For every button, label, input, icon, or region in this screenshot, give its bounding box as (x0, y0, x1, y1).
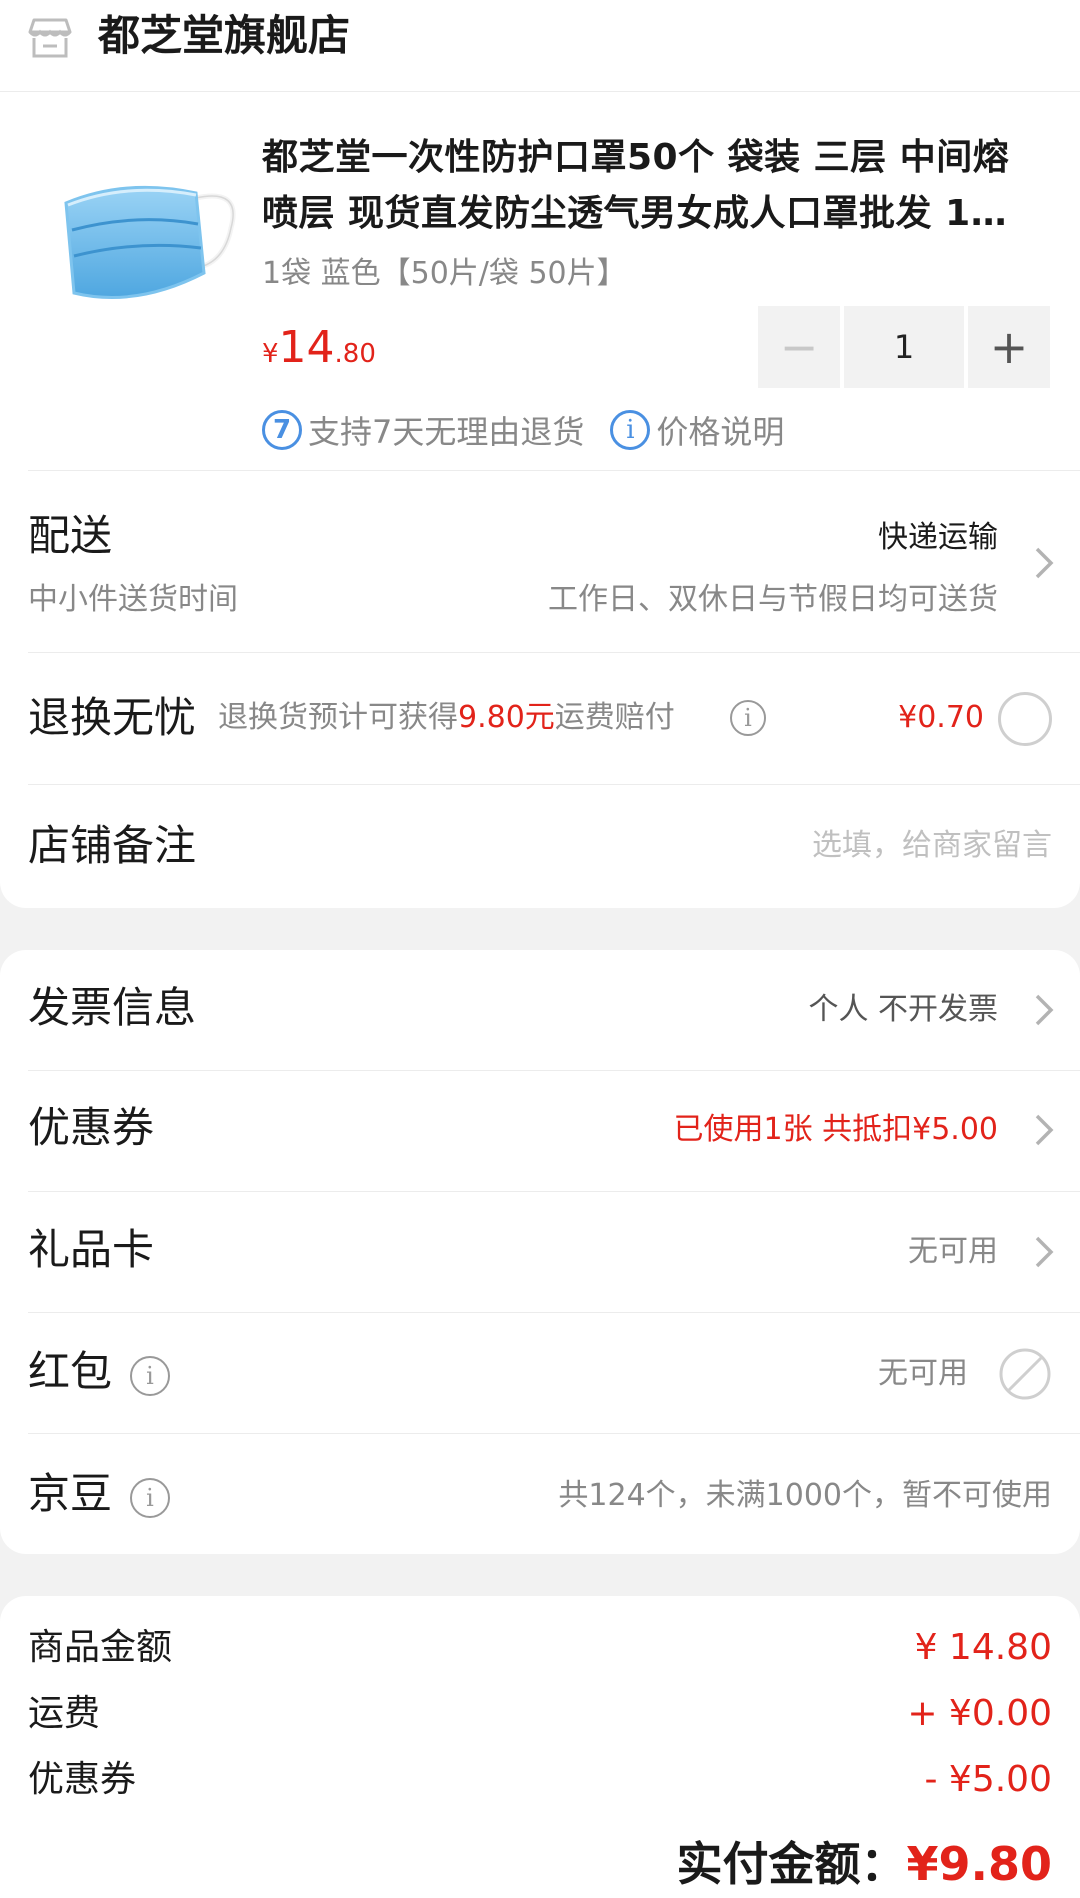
coupon-value: 已使用1张 共抵扣¥5.00 (673, 1112, 998, 1147)
delivery-time-label: 中小件送货时间 (28, 582, 238, 617)
chevron-right-icon (1035, 547, 1054, 579)
red-packet-label: 红包 (28, 1347, 113, 1396)
return-insurance-label: 退换无忧 (28, 693, 197, 742)
store-remark-input[interactable]: 选填，给商家留言 (812, 824, 1052, 868)
return-desc-suffix: 运费赔付 (554, 700, 675, 735)
delivery-time-value: 工作日、双休日与节假日均可送货 (548, 582, 998, 617)
chevron-right-icon (1035, 1236, 1054, 1268)
coupon-discount-value: - ¥5.00 (924, 1759, 1053, 1800)
return-desc-amount: 9.80元 (458, 700, 555, 735)
decrease-quantity-button[interactable]: − (758, 306, 840, 388)
return-policy-text[interactable]: 支持7天无理由退货 (308, 407, 584, 453)
goods-amount-value: ¥ 14.80 (914, 1627, 1052, 1668)
gift-card-label: 礼品卡 (28, 1225, 155, 1274)
price-note-link[interactable]: 价格说明 (656, 407, 784, 453)
return-info-icon[interactable]: i (730, 700, 766, 736)
seven-day-icon: 7 (262, 410, 302, 450)
service-row: 7 支持7天无理由退货 i 价格说明 (262, 408, 784, 452)
jingdou-info-icon[interactable]: i (130, 1478, 170, 1518)
total-amount: 实付金额：¥9.80 (676, 1834, 1052, 1894)
total-amount-label: 实付金额： (676, 1837, 907, 1891)
product-spec[interactable]: 1袋 蓝色【50片/袋 50片】 (262, 246, 627, 302)
return-insurance-desc: 退换货预计可获得9.80元运费赔付 (218, 696, 675, 740)
store-remark-label: 店铺备注 (28, 821, 197, 870)
gift-card-value: 无可用 (908, 1234, 998, 1269)
store-card: 都芝堂旗舰店 都芝堂一次性防护口罩50个 袋装 三层 中间熔喷层 现货直发防尘透… (0, 0, 1080, 908)
product-title[interactable]: 都芝堂一次性防护口罩50个 袋装 三层 中间熔喷层 现货直发防尘透气男女成人口罩… (262, 130, 1042, 242)
coupon-discount-label: 优惠券 (28, 1759, 137, 1800)
chevron-right-icon (1035, 994, 1054, 1026)
product-price: ¥14.80 (262, 320, 376, 385)
red-packet-value: 无可用 (878, 1356, 968, 1391)
invoice-label: 发票信息 (28, 983, 197, 1032)
return-insurance-radio[interactable] (998, 692, 1052, 746)
store-icon (28, 18, 72, 58)
delivery-label: 配送 (28, 511, 113, 560)
face-mask-image[interactable] (46, 158, 242, 328)
goods-amount-label: 商品金额 (28, 1627, 173, 1668)
disabled-radio-icon (999, 1348, 1051, 1400)
quantity-stepper: − 1 + (758, 306, 1054, 388)
increase-quantity-button[interactable]: + (968, 306, 1050, 388)
price-currency: ¥ (262, 339, 279, 369)
store-header[interactable]: 都芝堂旗舰店 (0, 0, 1080, 92)
store-name: 都芝堂旗舰店 (98, 11, 351, 60)
coupon-label: 优惠券 (28, 1103, 155, 1152)
delivery-value: 快递运输 (878, 520, 998, 555)
shipping-fee-label: 运费 (28, 1693, 101, 1734)
return-insurance-price: ¥0.70 (898, 700, 984, 735)
info-icon: i (610, 410, 651, 450)
jingdou-value: 共124个，未满1000个，暂不可使用 (558, 1478, 1052, 1513)
price-integer: 14 (278, 322, 335, 373)
total-amount-value: ¥9.80 (906, 1837, 1052, 1891)
shipping-fee-value: + ¥0.00 (907, 1693, 1052, 1734)
quantity-value[interactable]: 1 (844, 306, 964, 388)
return-desc-prefix: 退换货预计可获得 (218, 700, 458, 735)
chevron-right-icon (1035, 1114, 1054, 1146)
invoice-value: 个人 不开发票 (808, 992, 998, 1027)
red-packet-info-icon[interactable]: i (130, 1356, 170, 1396)
price-decimal: .80 (334, 339, 376, 369)
order-confirm-page: 都芝堂旗舰店 都芝堂一次性防护口罩50个 袋装 三层 中间熔喷层 现货直发防尘透… (0, 0, 1080, 1898)
jingdou-label: 京豆 (28, 1469, 113, 1518)
